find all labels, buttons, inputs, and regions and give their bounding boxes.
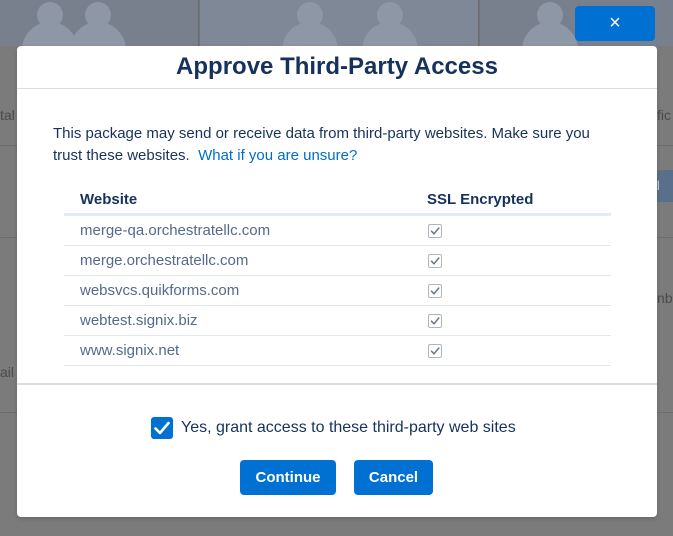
divider	[0, 237, 17, 238]
person-silhouette-icon	[360, 0, 420, 52]
ssl-encrypted-checkbox	[428, 254, 442, 268]
table-row: websvcs.quikforms.com	[64, 276, 611, 306]
grant-access-checkbox[interactable]: Yes, grant access to these third-party w…	[151, 417, 516, 439]
close-icon: ×	[609, 12, 621, 34]
checkmark-icon	[430, 317, 440, 325]
close-button[interactable]: ×	[575, 6, 655, 41]
grant-checkbox-box[interactable]	[151, 417, 173, 439]
person-silhouette-icon	[520, 0, 580, 52]
bg-text-fragment: tal	[0, 107, 15, 123]
ssl-encrypted-checkbox	[428, 224, 442, 238]
website-cell: www.signix.net	[80, 342, 180, 359]
cancel-button[interactable]: Cancel	[354, 460, 433, 495]
continue-button[interactable]: Continue	[240, 460, 336, 495]
websites-table: Website SSL Encrypted merge-qa.orchestra…	[64, 191, 611, 366]
bg-card	[0, 0, 199, 52]
table-row: merge-qa.orchestratellc.com	[64, 216, 611, 246]
checkmark-icon	[430, 257, 440, 265]
footer-divider	[17, 383, 657, 385]
table-row: webtest.signix.biz	[64, 306, 611, 336]
approve-access-modal: Approve Third-Party Access This package …	[17, 46, 657, 517]
website-cell: webtest.signix.biz	[80, 312, 198, 329]
modal-title: Approve Third-Party Access	[176, 53, 498, 80]
checkmark-icon	[430, 227, 440, 235]
table-header: Website SSL Encrypted	[64, 191, 611, 216]
checkmark-icon	[154, 421, 170, 435]
website-cell: merge.orchestratellc.com	[80, 252, 249, 269]
modal-body: This package may send or receive data fr…	[17, 89, 657, 383]
column-header-ssl: SSL Encrypted	[427, 191, 534, 208]
person-silhouette-icon	[280, 0, 340, 52]
divider	[0, 412, 17, 413]
ssl-encrypted-checkbox	[428, 344, 442, 358]
modal-header: Approve Third-Party Access	[17, 46, 657, 89]
bg-text-fragment: ail	[0, 364, 15, 380]
ssl-encrypted-checkbox	[428, 284, 442, 298]
website-cell: websvcs.quikforms.com	[80, 282, 240, 299]
ssl-encrypted-checkbox	[428, 314, 442, 328]
checkmark-icon	[430, 287, 440, 295]
help-link[interactable]: What if you are unsure?	[198, 147, 357, 164]
website-cell: merge-qa.orchestratellc.com	[80, 222, 271, 239]
divider	[657, 412, 673, 413]
table-row: www.signix.net	[64, 336, 611, 366]
modal-description: This package may send or receive data fr…	[53, 123, 623, 167]
bg-card	[200, 0, 479, 52]
grant-checkbox-label: Yes, grant access to these third-party w…	[181, 419, 516, 436]
divider	[657, 145, 673, 146]
table-row: merge.orchestratellc.com	[64, 246, 611, 276]
divider	[0, 145, 17, 146]
divider	[657, 237, 673, 238]
bg-text-fragment: nb	[657, 290, 673, 306]
checkmark-icon	[430, 347, 440, 355]
bg-text-fragment: fic	[657, 107, 671, 123]
column-header-website: Website	[80, 191, 138, 208]
person-silhouette-icon	[68, 0, 128, 52]
